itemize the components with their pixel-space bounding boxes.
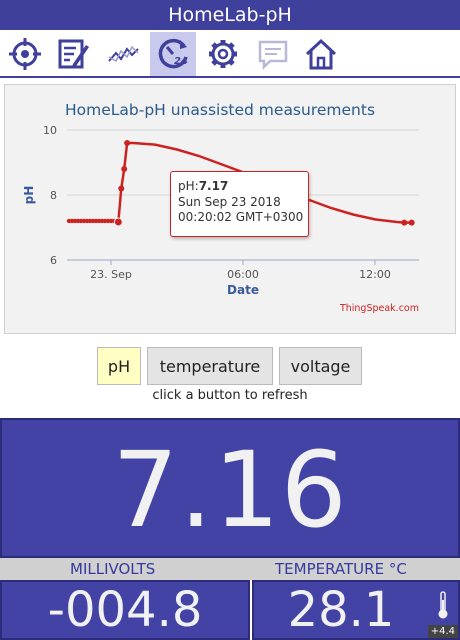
ph-readout-panel: 7.16 [0, 418, 460, 558]
data-point [408, 219, 415, 226]
data-point [121, 166, 128, 172]
data-point [124, 140, 131, 146]
chart-credit[interactable]: ThingSpeak.com [339, 303, 419, 314]
edit-notes-button[interactable] [50, 32, 96, 76]
tooltip-time: 00:20:02 GMT+0300 [178, 210, 304, 224]
temperature-delta-badge: +4.4 [427, 625, 458, 638]
y-tick-label: 10 [43, 124, 57, 137]
y-tick-label: 8 [50, 189, 57, 202]
app-title: HomeLab-pH [0, 0, 460, 30]
millivolts-label: MILLIVOLTS [70, 560, 156, 578]
y-axis-label: pH [22, 186, 36, 205]
ph-chart[interactable]: HomeLab-pH unassisted measurements pH Da… [4, 84, 456, 334]
gear-icon [209, 40, 237, 68]
temperature-button[interactable]: temperature [147, 347, 273, 385]
crosshair-icon [9, 38, 41, 70]
x-axis-label: Date [227, 283, 259, 297]
toolbar: 24 [0, 30, 460, 78]
tooltip-date: Sun Sep 23 2018 [178, 194, 281, 209]
data-point [118, 185, 125, 192]
millivolts-value: -004.8 [47, 582, 203, 638]
chart-title: HomeLab-pH unassisted measurements [65, 101, 375, 119]
home-button[interactable] [298, 32, 344, 76]
hovered-data-point [113, 217, 123, 227]
tooltip-label: pH: [178, 179, 199, 193]
edit-notes-icon [58, 39, 89, 69]
x-tick-label: 12:00 [359, 268, 391, 281]
data-point [401, 219, 408, 226]
x-tick-label: 06:00 [227, 268, 259, 281]
refresh-hint: click a button to refresh [152, 388, 308, 403]
sensor-buttons: pH temperature voltage [0, 347, 460, 385]
temperature-panel: 28.1 +4.4 [252, 580, 460, 640]
history-24h-button[interactable]: 24 [150, 32, 196, 76]
y-tick-label: 6 [50, 254, 57, 267]
readout-labels: MILLIVOLTS TEMPERATURE °C [0, 558, 460, 580]
chart-trend-button[interactable] [100, 32, 146, 76]
history-badge: 24 [174, 56, 188, 67]
millivolts-panel: -004.8 [0, 580, 250, 640]
chat-button[interactable] [250, 32, 296, 76]
voltage-button[interactable]: voltage [279, 347, 362, 385]
temperature-label: TEMPERATURE °C [275, 560, 407, 578]
tooltip-value: 7.17 [198, 179, 229, 193]
history-24h-icon: 24 [158, 38, 188, 69]
crosshair-button[interactable] [2, 32, 48, 76]
chart-tooltip: pH:7.17 Sun Sep 23 2018 00:20:02 GMT+030… [170, 171, 309, 237]
chart-trend-icon [108, 45, 139, 63]
home-icon [305, 38, 337, 70]
thermometer-icon [438, 591, 448, 619]
ph-value: 7.16 [112, 429, 348, 551]
settings-button[interactable] [200, 32, 246, 76]
x-tick-label: 23. Sep [90, 268, 132, 281]
ph-button[interactable]: pH [97, 347, 141, 385]
chat-icon [258, 40, 288, 71]
